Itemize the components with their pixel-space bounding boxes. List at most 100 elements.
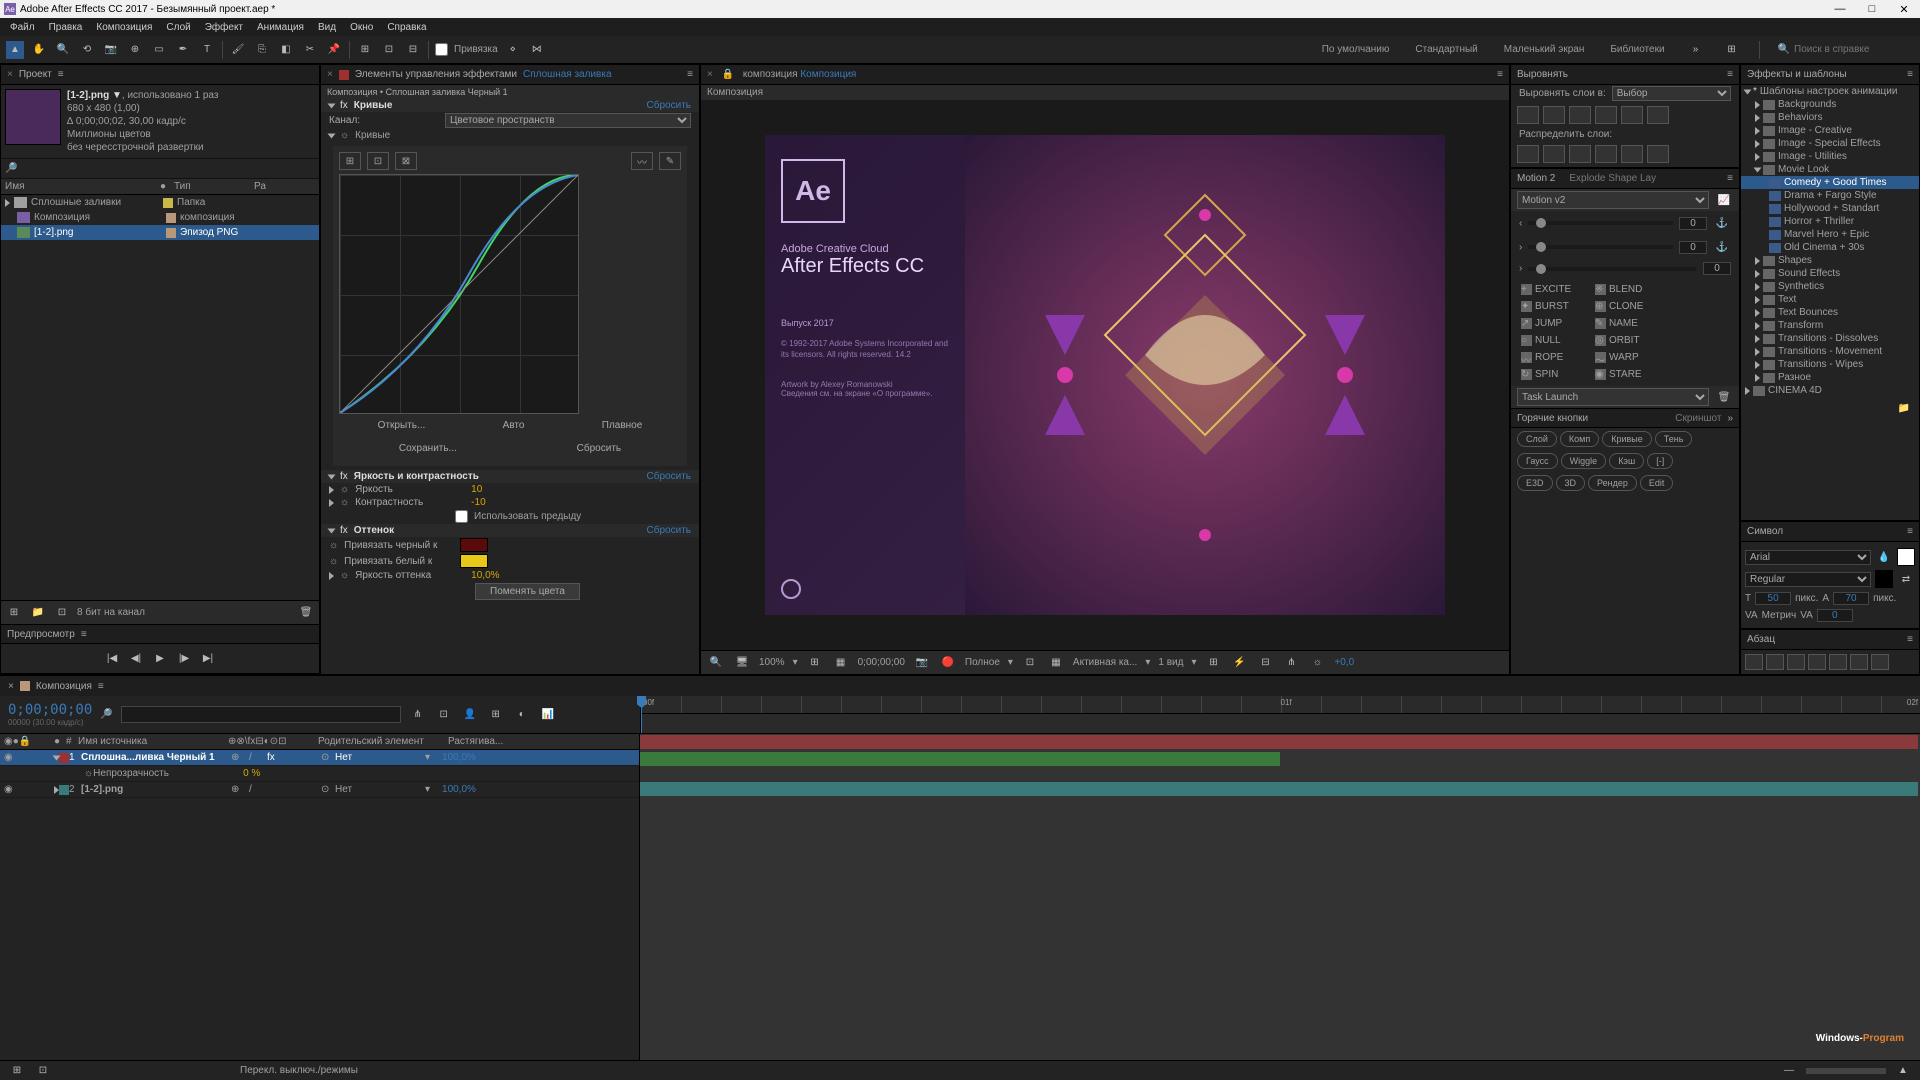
brush-tool-icon[interactable]: 🖌 <box>229 41 247 59</box>
layer-bar[interactable] <box>640 752 1280 766</box>
timeline-ruler[interactable]: 00f 01f 02f <box>640 696 1920 733</box>
color-swatch-white[interactable] <box>460 554 488 568</box>
bpc-label[interactable]: 8 бит на канал <box>77 607 145 618</box>
pill-edit[interactable]: Edit <box>1640 475 1674 491</box>
trash-icon[interactable]: 🗑 <box>297 604 315 622</box>
tree-folder[interactable]: Text Bounces <box>1741 306 1919 319</box>
curves-mode-icon[interactable]: ⊞ <box>339 152 361 170</box>
goto-end-icon[interactable]: ▶| <box>199 650 217 668</box>
character-tab[interactable]: Символ <box>1747 526 1783 537</box>
align-center-icon[interactable] <box>1766 654 1784 670</box>
fx-reset-link[interactable]: Сбросить <box>647 100 691 111</box>
preview-tab[interactable]: Предпросмотр <box>7 629 75 640</box>
align-vcenter-icon[interactable] <box>1621 106 1643 124</box>
workspace-libraries[interactable]: Библиотеки <box>1606 42 1668 57</box>
motion-jump[interactable]: ↗JUMP <box>1517 316 1589 331</box>
delete-icon[interactable]: 🗑 <box>1715 388 1733 406</box>
tree-folder[interactable]: Transform <box>1741 319 1919 332</box>
motion-blend[interactable]: ※BLEND <box>1591 282 1663 297</box>
color-swatch-black[interactable] <box>460 538 488 552</box>
menu-composition[interactable]: Композиция <box>90 20 158 35</box>
justify-last-right-icon[interactable] <box>1850 654 1868 670</box>
col-type[interactable]: Тип <box>174 181 254 192</box>
zoom-tool-icon[interactable]: 🔍 <box>54 41 72 59</box>
playhead[interactable] <box>641 696 642 733</box>
pen-tool-icon[interactable]: ✒ <box>174 41 192 59</box>
tree-folder[interactable]: Разное <box>1741 371 1919 384</box>
more-icon[interactable]: » <box>1727 413 1733 424</box>
panel-menu-icon[interactable]: ≡ <box>81 629 87 640</box>
snapshot-icon[interactable]: 📷 <box>913 654 931 672</box>
orbit-tool-icon[interactable]: ⟲ <box>78 41 96 59</box>
pill-cache[interactable]: Кэш <box>1609 453 1644 469</box>
menu-help[interactable]: Справка <box>381 20 432 35</box>
slider-in[interactable] <box>1528 221 1673 225</box>
panel-menu-icon[interactable]: ≡ <box>687 69 693 80</box>
dist-icon[interactable] <box>1517 145 1539 163</box>
selection-tool-icon[interactable]: ▲ <box>6 41 24 59</box>
panel-menu-icon[interactable]: ≡ <box>1907 634 1913 645</box>
motion-clone[interactable]: ⊕CLONE <box>1591 299 1663 314</box>
tree-folder[interactable]: Backgrounds <box>1741 98 1919 111</box>
dist-icon[interactable] <box>1647 145 1669 163</box>
project-row[interactable]: [1-2].png Эпизод PNG <box>1 225 319 240</box>
motion-preset-select[interactable]: Motion v2 <box>1517 191 1709 209</box>
pill-bracket[interactable]: [-] <box>1647 453 1673 469</box>
curves-open[interactable]: Открыть... <box>370 418 434 433</box>
paragraph-tab[interactable]: Абзац <box>1747 634 1775 645</box>
explode-tab[interactable]: Explode Shape Lay <box>1569 173 1656 184</box>
clone-tool-icon[interactable]: ⎘ <box>253 41 271 59</box>
anchor-icon[interactable]: ⚓ <box>1713 238 1731 256</box>
pill-wiggle[interactable]: Wiggle <box>1561 453 1607 469</box>
tree-folder[interactable]: Transitions - Dissolves <box>1741 332 1919 345</box>
layer-bar[interactable] <box>640 782 1918 796</box>
draft-3d-icon[interactable]: ⊡ <box>435 706 453 724</box>
toggle-switches-label[interactable]: Перекл. выключ./режимы <box>240 1065 358 1076</box>
layer-bar[interactable] <box>640 735 1918 749</box>
pill-shadow[interactable]: Тень <box>1655 431 1693 447</box>
dist-icon[interactable] <box>1595 145 1617 163</box>
resolution-icon[interactable]: ⊞ <box>806 654 824 672</box>
new-bin-icon[interactable]: 📁 <box>1895 399 1913 417</box>
eyedropper-icon[interactable]: 💧 <box>1875 548 1893 566</box>
font-size-input[interactable] <box>1755 592 1791 605</box>
effect-controls-tab[interactable]: Элементы управления эффектами <box>355 69 517 80</box>
align-to-select[interactable]: Выбор <box>1612 86 1731 101</box>
slider-out[interactable] <box>1528 245 1673 249</box>
motion-rope[interactable]: 〰ROPE <box>1517 350 1589 365</box>
menu-layer[interactable]: Слой <box>160 20 196 35</box>
project-row[interactable]: Композиция композиция <box>1 210 319 225</box>
zoom-out-icon[interactable]: — <box>1780 1062 1798 1080</box>
effect-layer-link[interactable]: Сплошная заливка <box>523 69 611 80</box>
flowchart-icon[interactable]: ⋔ <box>1282 654 1300 672</box>
puppet-tool-icon[interactable]: 📌 <box>325 41 343 59</box>
search-help-input[interactable] <box>1794 44 1914 55</box>
roi-icon[interactable]: ⊡ <box>1021 654 1039 672</box>
view-axis-icon[interactable]: ⊟ <box>404 41 422 59</box>
graph-editor-icon[interactable]: 📊 <box>539 706 557 724</box>
layer-row[interactable]: ◉ 1 Сплошна...ливка Черный 1 ⊕/fx ⊙Нет▾ … <box>0 750 639 766</box>
panel-menu-icon[interactable]: ≡ <box>98 681 104 692</box>
pill-3d[interactable]: 3D <box>1556 475 1586 491</box>
pill-curves[interactable]: Кривые <box>1602 431 1652 447</box>
grid-icon[interactable]: ▦ <box>832 654 850 672</box>
exposure-value[interactable]: +0,0 <box>1334 657 1354 668</box>
swap-colors-button[interactable]: Поменять цвета <box>475 583 580 600</box>
tree-folder[interactable]: Sound Effects <box>1741 267 1919 280</box>
menu-animation[interactable]: Анимация <box>251 20 310 35</box>
align-right-icon[interactable] <box>1569 106 1591 124</box>
motion-orbit[interactable]: ◎ORBIT <box>1591 333 1663 348</box>
fast-preview-icon[interactable]: ⚡ <box>1230 654 1248 672</box>
leading-input[interactable] <box>1833 592 1869 605</box>
curves-smooth[interactable]: Плавное <box>594 418 651 433</box>
workspace-standard[interactable]: Стандартный <box>1411 42 1481 57</box>
motion-null[interactable]: ○NULL <box>1517 333 1589 348</box>
restore-button[interactable]: □ <box>1860 3 1884 16</box>
pixel-aspect-icon[interactable]: ⊞ <box>1204 654 1222 672</box>
tree-item[interactable]: Horror + Thriller <box>1741 215 1919 228</box>
font-select[interactable]: Arial <box>1745 550 1871 565</box>
curves-pencil-icon[interactable]: ✎ <box>659 152 681 170</box>
menu-effect[interactable]: Эффект <box>199 20 249 35</box>
workspace-reset-icon[interactable]: ⊞ <box>1723 41 1741 59</box>
hand-tool-icon[interactable]: ✋ <box>30 41 48 59</box>
